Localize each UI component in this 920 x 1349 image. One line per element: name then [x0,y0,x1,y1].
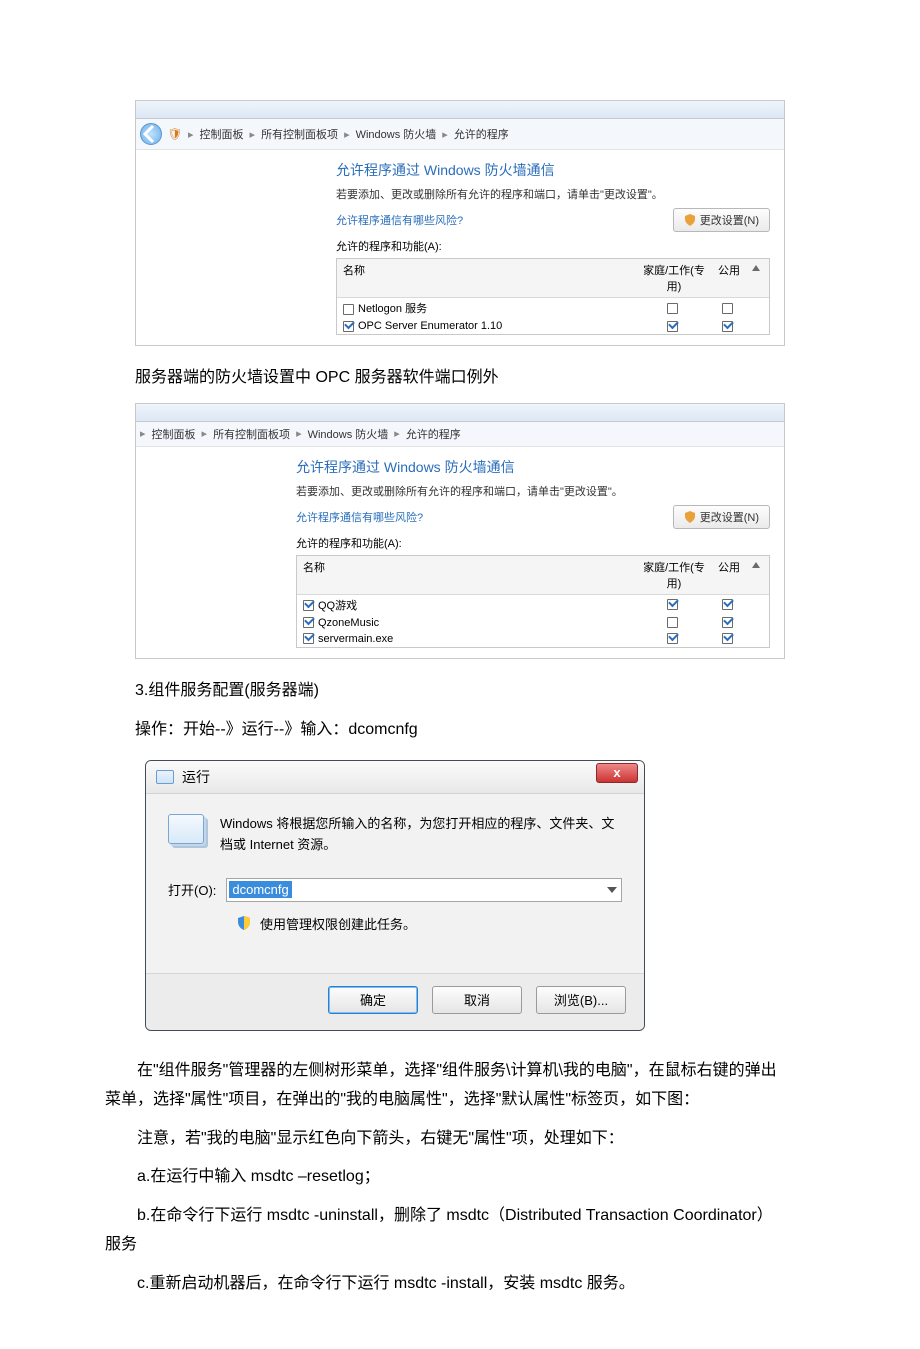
allowed-programs-table: 名称 家庭/工作(专用) 公用 QQ游戏 QzoneMusic [296,555,770,648]
checkbox-icon[interactable] [343,304,354,315]
breadcrumb-sep: ▸ [188,128,194,141]
checkbox-icon[interactable] [303,600,314,611]
run-title-text: 运行 [182,767,210,787]
run-titlebar: 运行 x [146,761,644,794]
section-3-operation: 操作：开始--》运行--》输入：dcomcnfg [135,716,785,745]
run-description: Windows 将根据您所输入的名称，为您打开相应的程序、文件夹、文档或 Int… [220,814,622,856]
table-row[interactable]: QQ游戏 [297,595,769,615]
breadcrumb-item[interactable]: Windows 防火墙 [356,126,437,142]
table-row[interactable]: OPC Server Enumerator 1.10 [337,318,769,334]
run-dialog: 运行 x Windows 将根据您所输入的名称，为您打开相应的程序、文件夹、文档… [145,760,645,1031]
allowed-programs-table: 名称 家庭/工作(专用) 公用 Netlogon 服务 OPC Server E… [336,258,770,335]
table-row[interactable]: QzoneMusic [297,615,769,631]
firewall-desc: 若要添加、更改或删除所有允许的程序和端口，请单击"更改设置"。 [336,186,770,202]
breadcrumb-item[interactable]: 控制面板 [200,126,244,142]
open-label: 打开(O): [168,880,216,899]
program-icon [168,814,204,844]
change-settings-button[interactable]: 更改设置(N) [673,208,770,232]
ok-button[interactable]: 确定 [328,986,418,1014]
open-value: dcomcnfg [229,881,291,898]
cancel-button[interactable]: 取消 [432,986,522,1014]
table-header: 名称 家庭/工作(专用) 公用 [337,259,769,298]
paragraph: 在"组件服务"管理器的左侧树形菜单，选择"组件服务\计算机\我的电脑"，在鼠标右… [105,1057,785,1115]
browse-button[interactable]: 浏览(B)... [536,986,626,1014]
paragraph: b.在命令行下运行 msdtc -uninstall，删除了 msdtc（Dis… [105,1202,785,1260]
nav-back-button[interactable] [140,123,162,145]
breadcrumb: 🛡 ▸ 控制面板 ▸ 所有控制面板项 ▸ Windows 防火墙 ▸ 允许的程序 [136,119,784,150]
allowed-programs-label: 允许的程序和功能(A): [336,238,770,254]
breadcrumb-item[interactable]: 所有控制面板项 [261,126,338,142]
checkbox-icon[interactable] [667,303,678,314]
shield-icon [236,915,252,931]
checkbox-icon[interactable] [667,321,678,332]
checkbox-icon[interactable] [722,633,733,644]
checkbox-icon[interactable] [722,599,733,610]
table-row[interactable]: Netlogon 服务 [337,298,769,318]
breadcrumb-item[interactable]: 所有控制面板项 [213,426,290,442]
checkbox-icon[interactable] [303,617,314,628]
firewall-desc: 若要添加、更改或删除所有允许的程序和端口，请单击"更改设置"。 [296,483,770,499]
table-header: 名称 家庭/工作(专用) 公用 [297,556,769,595]
shield-icon: 🛡 [168,127,182,141]
chevron-down-icon[interactable] [607,887,617,893]
run-actions: 确定 取消 浏览(B)... [146,973,644,1030]
allowed-programs-label: 允许的程序和功能(A): [296,535,770,551]
admin-task-label: 使用管理权限创建此任务。 [260,914,416,933]
paragraph: 注意，若"我的电脑"显示红色向下箭头，右键无"属性"项，处理如下： [105,1125,785,1154]
section-3-title: 3.组件服务配置(服务器端) [135,677,785,706]
checkbox-icon[interactable] [343,321,354,332]
firewall-heading: 允许程序通过 Windows 防火墙通信 [336,160,770,180]
col-public: 公用 [709,262,749,294]
checkbox-icon[interactable] [722,321,733,332]
col-name: 名称 [343,262,639,294]
breadcrumb-item[interactable]: 允许的程序 [454,126,509,142]
scroll-up-icon[interactable] [749,262,763,294]
shield-icon [684,214,696,226]
checkbox-icon[interactable] [667,599,678,610]
breadcrumb-item[interactable]: 允许的程序 [406,426,461,442]
breadcrumb: ▸ 控制面板 ▸ 所有控制面板项 ▸ Windows 防火墙 ▸ 允许的程序 [136,422,784,447]
risk-link[interactable]: 允许程序通信有哪些风险? [336,212,463,228]
firewall-window-2: ▸ 控制面板 ▸ 所有控制面板项 ▸ Windows 防火墙 ▸ 允许的程序 允… [135,403,785,659]
col-home: 家庭/工作(专用) [639,559,709,591]
checkbox-icon[interactable] [303,633,314,644]
shield-icon [684,511,696,523]
open-combobox[interactable]: dcomcnfg [226,878,622,902]
run-icon [156,770,174,784]
table-row[interactable]: servermain.exe [297,631,769,647]
paragraph: c.重新启动机器后，在命令行下运行 msdtc -install，安装 msdt… [105,1270,785,1299]
caption: 服务器端的防火墙设置中 OPC 服务器软件端口例外 [135,364,785,393]
change-settings-button[interactable]: 更改设置(N) [673,505,770,529]
close-button[interactable]: x [596,763,638,783]
window-titlebar [136,101,784,119]
scroll-up-icon[interactable] [749,559,763,591]
col-name: 名称 [303,559,639,591]
col-public: 公用 [709,559,749,591]
breadcrumb-item[interactable]: 控制面板 [152,426,196,442]
risk-link[interactable]: 允许程序通信有哪些风险? [296,509,423,525]
window-titlebar [136,404,784,422]
firewall-heading: 允许程序通过 Windows 防火墙通信 [296,457,770,477]
checkbox-icon[interactable] [667,617,678,628]
checkbox-icon[interactable] [722,303,733,314]
checkbox-icon[interactable] [722,617,733,628]
breadcrumb-item[interactable]: Windows 防火墙 [308,426,389,442]
checkbox-icon[interactable] [667,633,678,644]
firewall-window-1: 🛡 ▸ 控制面板 ▸ 所有控制面板项 ▸ Windows 防火墙 ▸ 允许的程序… [135,100,785,346]
col-home: 家庭/工作(专用) [639,262,709,294]
paragraph: a.在运行中输入 msdtc –resetlog； [105,1163,785,1192]
